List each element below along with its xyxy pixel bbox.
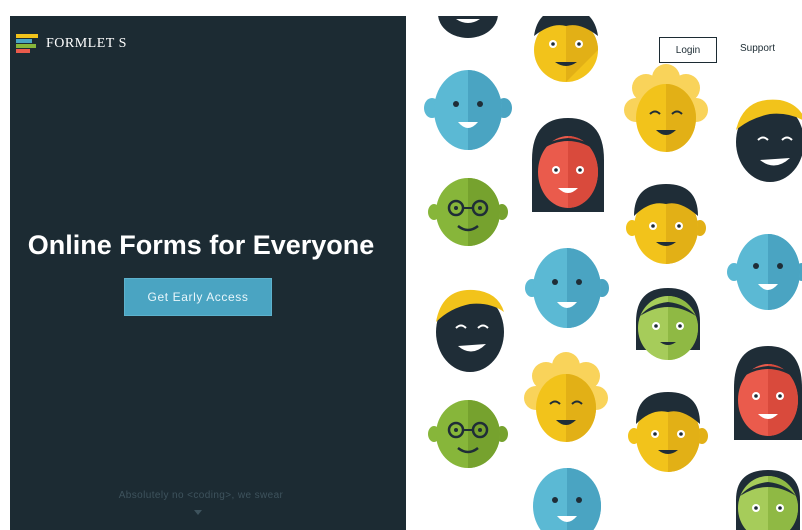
face-avatar	[534, 16, 598, 82]
face-avatar	[532, 118, 604, 212]
left-border	[0, 16, 10, 530]
hero-panel: FORMLET S Online Forms for Everyone Get …	[10, 16, 406, 530]
face-avatar	[734, 346, 802, 440]
face-avatar	[636, 288, 700, 360]
face-avatar	[628, 392, 708, 472]
brand-logo[interactable]: FORMLET S	[16, 34, 127, 54]
face-avatar	[624, 64, 708, 152]
login-button[interactable]: Login	[659, 37, 717, 63]
face-avatar	[436, 289, 504, 372]
face-avatar	[533, 468, 601, 530]
face-avatar	[438, 16, 498, 38]
brand-name: FORMLET S	[46, 36, 127, 51]
support-link[interactable]: Support	[740, 43, 775, 54]
face-avatar	[727, 234, 802, 310]
chevron-down-icon[interactable]	[194, 510, 202, 515]
face-avatar	[736, 470, 800, 530]
face-avatar	[525, 248, 609, 328]
faces-illustration	[424, 16, 802, 530]
face-avatar	[428, 178, 508, 246]
get-early-access-button[interactable]: Get Early Access	[124, 278, 272, 316]
face-avatar	[736, 99, 802, 182]
face-avatar	[428, 400, 508, 468]
face-avatar	[626, 184, 706, 264]
face-avatar	[524, 352, 608, 442]
hero-footnote: Absolutely no <coding>, we swear	[118, 490, 284, 501]
formlets-logo-icon	[16, 34, 38, 54]
hero-headline: Online Forms for Everyone	[27, 230, 375, 260]
face-avatar	[424, 70, 512, 150]
